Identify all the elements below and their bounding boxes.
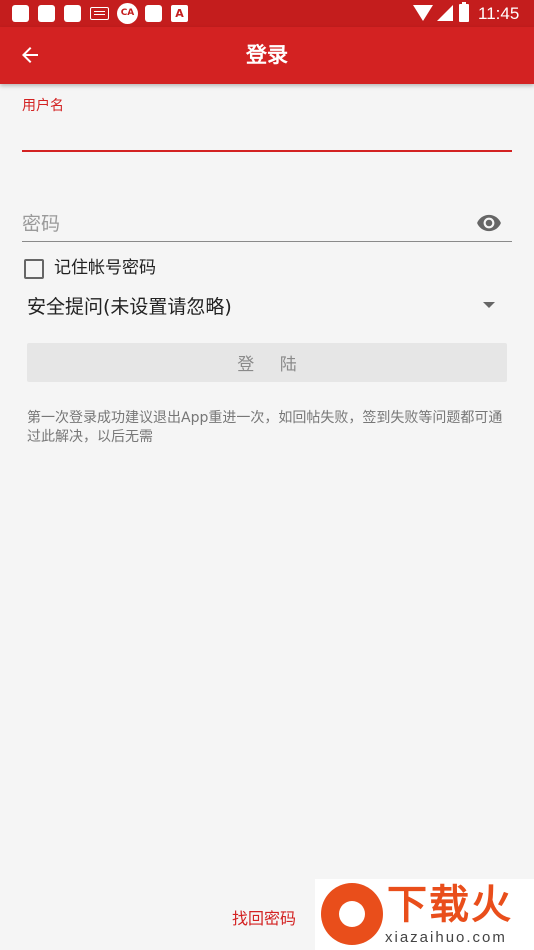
battery-icon [459, 2, 469, 22]
watermark-logo: 下载火 xiazaihuo.com [315, 879, 534, 950]
notification-icon [64, 5, 81, 22]
arrow-left-icon [22, 47, 38, 63]
show-password-button[interactable] [474, 210, 504, 236]
wifi-icon [413, 5, 433, 21]
notification-icon [38, 5, 55, 22]
forgot-password-link[interactable]: 找回密码 [232, 905, 296, 929]
username-label: 用户名 [22, 98, 64, 114]
watermark-brand: 下载火 [387, 882, 513, 928]
cloud-app-icon: CA [117, 3, 138, 24]
back-button[interactable] [10, 35, 50, 75]
username-input[interactable] [22, 118, 512, 152]
security-question-value: 安全提问(未设置请忽略) [27, 296, 232, 318]
login-button[interactable]: 登 陆 [27, 343, 507, 382]
remember-checkbox[interactable] [24, 259, 44, 279]
remember-label: 记住帐号密码 [54, 258, 156, 278]
notification-icon [145, 5, 162, 22]
signal-icon [437, 5, 453, 21]
eye-icon [477, 214, 501, 232]
security-question-dropdown[interactable]: 安全提问(未设置请忽略) [27, 288, 502, 322]
keyboard-icon [90, 7, 109, 20]
toolbar: 登录 [0, 27, 534, 84]
dropdown-arrow-icon [483, 302, 495, 308]
notification-icon [12, 5, 29, 22]
a-app-icon: A [171, 5, 188, 22]
watermark-site: xiazaihuo.com [385, 929, 507, 946]
status-bar: CA A 11:45 [0, 0, 534, 27]
status-time: 11:45 [478, 4, 520, 23]
password-input[interactable] [22, 206, 512, 242]
flame-logo-icon [321, 883, 383, 945]
page-title: 登录 [246, 43, 288, 67]
login-hint: 第一次登录成功建议退出App重进一次，如回帖失败，签到失败等问题都可通过此解决，… [27, 410, 503, 445]
